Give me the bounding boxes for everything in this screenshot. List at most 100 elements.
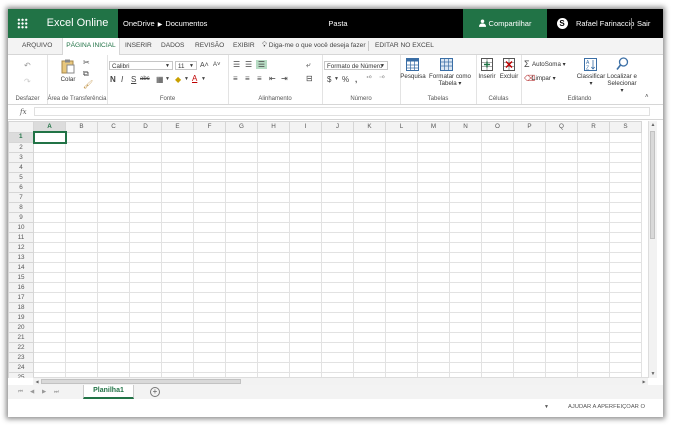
chevron-down-icon[interactable]: ▼ (201, 75, 206, 84)
number-format-select[interactable]: Formato de Número ▼ (324, 61, 388, 70)
cell[interactable] (481, 222, 514, 233)
strikethrough-button[interactable]: abc (140, 75, 150, 84)
cell[interactable] (609, 212, 642, 223)
cell[interactable] (129, 272, 162, 283)
cell[interactable] (129, 192, 162, 203)
skype-button[interactable]: S (553, 9, 571, 38)
cell[interactable] (33, 272, 66, 283)
share-button[interactable]: Compartilhar (463, 9, 547, 38)
row-header[interactable]: 12 (8, 242, 34, 253)
delete-cells-icon[interactable] (503, 58, 515, 71)
cell[interactable] (449, 232, 482, 243)
cell[interactable] (257, 342, 290, 353)
cell[interactable] (97, 192, 130, 203)
row-header[interactable]: 22 (8, 342, 34, 353)
cell[interactable] (129, 312, 162, 323)
cell[interactable] (449, 162, 482, 173)
cell[interactable] (129, 302, 162, 313)
cut-icon[interactable]: ✂ (83, 58, 90, 67)
row-header[interactable]: 20 (8, 322, 34, 333)
cell[interactable] (577, 202, 610, 213)
cell[interactable] (97, 232, 130, 243)
cell[interactable] (353, 362, 386, 373)
thousands-button[interactable]: , (355, 75, 357, 84)
cell[interactable] (353, 332, 386, 343)
tab-revisao[interactable]: REVISÃO (195, 38, 224, 54)
cell[interactable] (321, 162, 354, 173)
row-header[interactable]: 6 (8, 182, 34, 193)
chevron-down-icon[interactable]: ▼ (544, 399, 549, 416)
column-header[interactable]: I (289, 121, 322, 133)
cell[interactable] (97, 342, 130, 353)
cell[interactable] (609, 182, 642, 193)
cell[interactable] (577, 312, 610, 323)
cell[interactable] (321, 252, 354, 263)
cell[interactable] (353, 222, 386, 233)
cell[interactable] (609, 222, 642, 233)
cell[interactable] (321, 292, 354, 303)
cell[interactable] (161, 162, 194, 173)
cell[interactable] (289, 222, 322, 233)
cell[interactable] (513, 152, 546, 163)
cell[interactable] (33, 222, 66, 233)
cell[interactable] (321, 222, 354, 233)
cell[interactable] (257, 332, 290, 343)
cell[interactable] (353, 212, 386, 223)
cell[interactable] (257, 252, 290, 263)
cell[interactable] (353, 202, 386, 213)
cell[interactable] (609, 162, 642, 173)
cell[interactable] (513, 222, 546, 233)
cell[interactable] (577, 252, 610, 263)
row-header[interactable]: 18 (8, 302, 34, 313)
cell[interactable] (545, 332, 578, 343)
cell[interactable] (33, 312, 66, 323)
grow-font-button[interactable]: A˄ (200, 61, 209, 70)
row-header[interactable]: 24 (8, 362, 34, 373)
cell[interactable] (545, 162, 578, 173)
cell[interactable] (193, 342, 226, 353)
cell[interactable] (97, 272, 130, 283)
cell[interactable] (321, 342, 354, 353)
decrease-decimal-icon[interactable]: ⁻⁰ (379, 75, 385, 84)
cell[interactable] (481, 252, 514, 263)
cell[interactable] (161, 172, 194, 183)
app-launcher-icon[interactable] (8, 9, 37, 38)
cell[interactable] (481, 131, 514, 143)
signout-link[interactable]: Sair (637, 9, 650, 38)
cell[interactable] (33, 342, 66, 353)
cell[interactable] (609, 142, 642, 153)
cell[interactable] (321, 131, 354, 143)
cell[interactable] (513, 262, 546, 273)
cell[interactable] (65, 322, 98, 333)
cell[interactable] (65, 192, 98, 203)
cell[interactable] (577, 172, 610, 183)
cell[interactable] (417, 282, 450, 293)
cell[interactable] (289, 192, 322, 203)
find-icon[interactable] (616, 57, 629, 71)
cell[interactable] (161, 252, 194, 263)
cell[interactable] (161, 342, 194, 353)
row-header[interactable]: 7 (8, 192, 34, 203)
cell[interactable] (257, 192, 290, 203)
cell[interactable] (385, 142, 418, 153)
cell[interactable] (129, 362, 162, 373)
cell[interactable] (129, 202, 162, 213)
cell[interactable] (385, 292, 418, 303)
column-header[interactable]: F (193, 121, 226, 133)
cell[interactable] (33, 362, 66, 373)
row-header[interactable]: 15 (8, 272, 34, 283)
font-name-select[interactable]: Calibri ▼ (109, 61, 173, 70)
cell[interactable] (417, 192, 450, 203)
cell[interactable] (193, 322, 226, 333)
cell[interactable] (609, 282, 642, 293)
cell[interactable] (385, 131, 418, 143)
row-header[interactable]: 10 (8, 222, 34, 233)
cell[interactable] (513, 192, 546, 203)
cell[interactable] (481, 172, 514, 183)
cell[interactable] (449, 131, 482, 143)
cell[interactable] (97, 152, 130, 163)
cell[interactable] (609, 152, 642, 163)
cell[interactable] (545, 242, 578, 253)
cell[interactable] (417, 252, 450, 263)
cell[interactable] (161, 152, 194, 163)
